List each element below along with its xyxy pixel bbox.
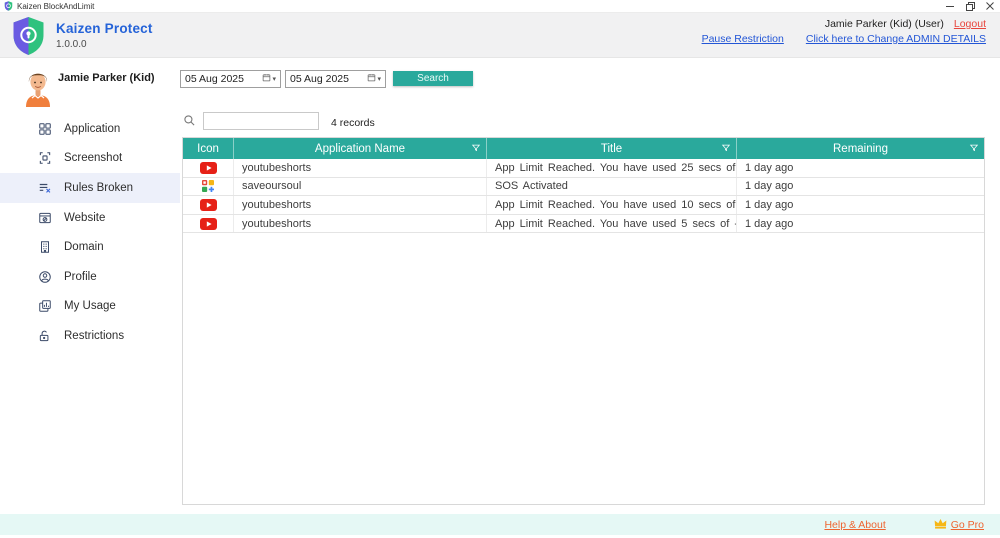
youtube-icon <box>183 215 233 233</box>
filter-funnel-icon[interactable] <box>721 143 731 156</box>
grid-header-row: Icon Application Name Title Remaining <box>183 138 984 159</box>
table-row[interactable]: youtubeshorts App Limit Reached. You hav… <box>183 215 984 234</box>
remaining-cell: 1 day ago <box>736 178 984 196</box>
help-about-link[interactable]: Help & About <box>824 519 885 531</box>
date-to-value: 05 Aug 2025 <box>290 73 367 85</box>
footer-bar: Help & About Go Pro <box>0 514 1000 535</box>
calendar-icon <box>367 73 376 85</box>
records-count: 4 records <box>331 117 375 129</box>
filter-funnel-icon[interactable] <box>969 143 979 156</box>
remaining-cell: 1 day ago <box>736 215 984 233</box>
table-row[interactable]: youtubeshorts App Limit Reached. You hav… <box>183 196 984 215</box>
rules-broken-grid: Icon Application Name Title Remaining <box>182 137 985 505</box>
title-cell: App Limit Reached. You have used 10 secs… <box>486 196 736 214</box>
sidebar-item-rules-broken[interactable]: Rules Broken <box>0 173 180 203</box>
minimize-button[interactable] <box>940 0 960 12</box>
dropdown-caret-icon: ▾ <box>377 75 381 83</box>
sidebar-item-label: Website <box>64 212 105 224</box>
search-button[interactable]: Search <box>393 71 473 86</box>
app-header: Kaizen Protect 1.0.0.0 Jamie Parker (Kid… <box>0 13 1000 58</box>
saveoursoul-icon <box>183 178 233 196</box>
sidebar-item-my-usage[interactable]: My Usage <box>0 292 180 322</box>
kid-avatar <box>20 67 56 112</box>
column-header-title[interactable]: Title <box>486 138 736 159</box>
sidebar-item-restrictions[interactable]: Restrictions <box>0 321 180 351</box>
date-to-picker[interactable]: 05 Aug 2025 ▾ <box>285 70 386 88</box>
sidebar-item-website[interactable]: Website <box>0 203 180 233</box>
remaining-cell: 1 day ago <box>736 159 984 177</box>
title-cell: SOS Activated <box>486 178 736 196</box>
sidebar-item-label: Domain <box>64 241 104 253</box>
logout-link[interactable]: Logout <box>954 18 986 30</box>
domain-building-icon <box>37 240 52 254</box>
screenshot-capture-icon <box>37 151 52 165</box>
sidebar-item-label: Screenshot <box>64 152 122 164</box>
search-icon <box>183 114 196 132</box>
app-version: 1.0.0.0 <box>56 39 87 50</box>
change-admin-details-link[interactable]: Click here to Change ADMIN DETAILS <box>806 33 986 45</box>
calendar-icon <box>262 73 271 85</box>
application-name-cell: youtubeshorts <box>233 215 486 233</box>
column-header-application-name[interactable]: Application Name <box>233 138 486 159</box>
app-grid-icon <box>37 122 52 136</box>
logged-in-user-label: Jamie Parker (Kid) (User) <box>825 18 944 30</box>
table-row[interactable]: saveoursoul SOS Activated 1 day ago <box>183 178 984 197</box>
date-from-picker[interactable]: 05 Aug 2025 ▾ <box>180 70 281 88</box>
usage-report-icon <box>37 299 52 313</box>
go-pro-link[interactable]: Go Pro <box>951 519 984 531</box>
sidebar-item-label: Restrictions <box>64 330 124 342</box>
column-header-icon[interactable]: Icon <box>183 138 233 159</box>
sidebar-profile-name: Jamie Parker (Kid) <box>58 72 155 84</box>
youtube-icon <box>183 196 233 214</box>
pause-restriction-link[interactable]: Pause Restriction <box>702 33 784 45</box>
application-name-cell: youtubeshorts <box>233 196 486 214</box>
title-cell: App Limit Reached. You have used 5 secs … <box>486 215 736 233</box>
window-titlebar: Kaizen BlockAndLimit <box>0 0 1000 13</box>
sidebar-item-application[interactable]: Application <box>0 114 180 144</box>
restrictions-lock-icon <box>37 329 52 343</box>
app-title: Kaizen Protect <box>56 21 153 36</box>
column-header-remaining[interactable]: Remaining <box>736 138 984 159</box>
crown-icon <box>934 518 947 532</box>
title-cell: App Limit Reached. You have used 25 secs… <box>486 159 736 177</box>
sidebar-item-profile[interactable]: Profile <box>0 262 180 292</box>
sidebar-item-label: Application <box>64 123 120 135</box>
sidebar-item-label: Profile <box>64 271 97 283</box>
window-title: Kaizen BlockAndLimit <box>17 2 94 11</box>
app-shield-icon <box>4 1 13 11</box>
remaining-cell: 1 day ago <box>736 196 984 214</box>
sidebar-menu: Application Screenshot Rules Broken <box>0 114 180 351</box>
sidebar-item-screenshot[interactable]: Screenshot <box>0 144 180 174</box>
maximize-button[interactable] <box>960 0 980 12</box>
rules-broken-list-x-icon <box>37 181 52 195</box>
date-from-value: 05 Aug 2025 <box>185 73 262 85</box>
youtube-icon <box>183 159 233 177</box>
close-button[interactable] <box>980 0 1000 12</box>
sidebar: Jamie Parker (Kid) Application Screensho… <box>0 58 180 514</box>
sidebar-item-label: Rules Broken <box>64 182 133 194</box>
sidebar-item-domain[interactable]: Domain <box>0 232 180 262</box>
kaizen-shield-logo-icon <box>10 16 47 61</box>
profile-person-icon <box>37 270 52 284</box>
application-name-cell: youtubeshorts <box>233 159 486 177</box>
sidebar-item-label: My Usage <box>64 300 116 312</box>
application-name-cell: saveoursoul <box>233 178 486 196</box>
website-blocked-icon <box>37 211 52 225</box>
dropdown-caret-icon: ▾ <box>272 75 276 83</box>
table-quick-search-input[interactable] <box>203 112 319 130</box>
filter-funnel-icon[interactable] <box>471 143 481 156</box>
table-row[interactable]: youtubeshorts App Limit Reached. You hav… <box>183 159 984 178</box>
